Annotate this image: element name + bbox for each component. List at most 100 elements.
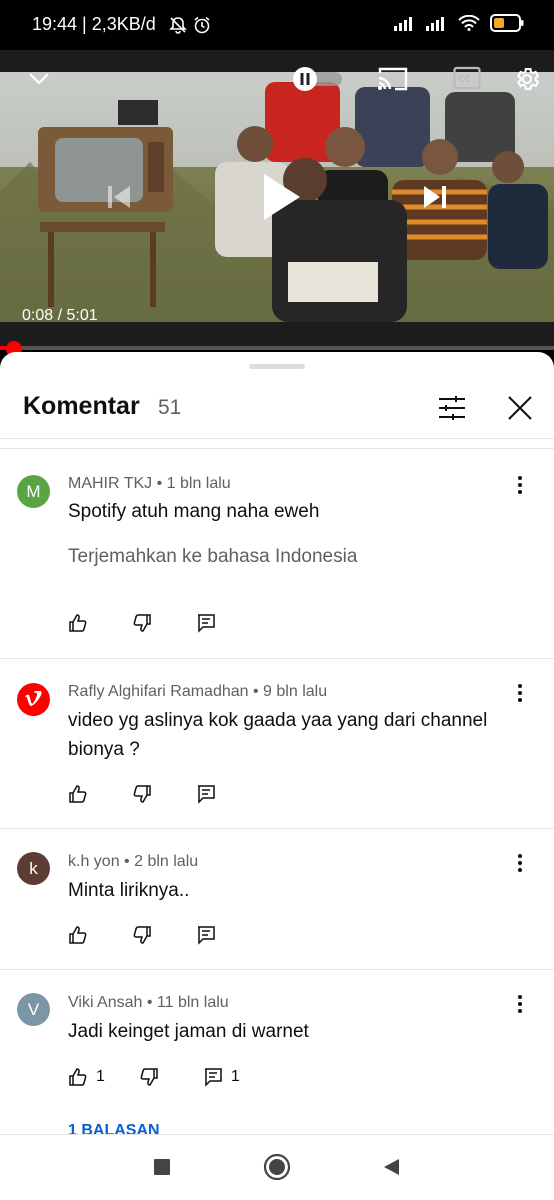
like-button[interactable]: 1 [68,1067,105,1087]
status-icons [394,14,524,32]
thumb-up-icon [69,614,87,632]
comment-menu-button[interactable] [508,992,532,1016]
more-vert-icon [518,684,522,702]
previous-icon [108,186,130,208]
mute-icon [168,17,187,35]
comment-age: 11 bln lalu [156,994,229,1011]
comment-age: 2 bln lalu [134,853,199,870]
signal-icon [426,17,444,31]
autoplay-toggle[interactable] [292,65,344,93]
reply-icon [204,1068,222,1087]
back-triangle-icon [384,1159,399,1175]
settings-icon [516,68,540,90]
comments-title: Komentar [23,392,140,420]
thumb-up-icon [69,1068,87,1086]
home-button[interactable] [262,1152,292,1182]
view-replies-link[interactable]: 1 BALASAN [68,1122,160,1134]
like-button[interactable] [68,784,88,804]
avatar[interactable]: V [17,993,50,1026]
previous-button[interactable] [102,180,136,214]
dislike-button[interactable] [139,1067,159,1087]
comment-author[interactable]: MAHIR TKJ [68,475,152,492]
clock: 19:44 [32,14,78,34]
dislike-button[interactable] [132,925,152,945]
avatar[interactable]: k [17,852,50,885]
wifi-icon [458,15,480,31]
avatar[interactable] [17,683,50,716]
reply-button[interactable] [196,925,216,945]
comment-text: Minta liriknya.. [68,880,190,901]
status-bar: 19:44 | 2,3KB/d [0,0,554,50]
thumb-down-icon [133,785,151,803]
sort-button[interactable] [432,388,472,428]
comment-age: 9 bln lalu [263,683,328,700]
reply-button[interactable] [196,613,216,633]
comments-panel: Komentar 51 M MAHIR TKJ • 1 bln lalu Spo… [0,352,554,1134]
more-vert-icon [518,854,522,872]
settings-button[interactable] [512,64,542,94]
comment-item: M MAHIR TKJ • 1 bln lalu Spotify atuh ma… [0,449,554,658]
reply-button[interactable] [196,784,216,804]
chevron-down-icon [29,73,49,85]
captions-icon: CC [453,66,481,90]
comment-item: V Viki Ansah • 11 bln lalu Jadi keinget … [0,970,554,1134]
comment-actions [68,611,260,635]
video-player[interactable]: CC 0:08 / 5:01 [0,50,554,350]
minimize-button[interactable] [26,66,52,92]
time-readout: 0:08 / 5:01 [22,307,98,325]
avatar[interactable]: M [17,475,50,508]
reply-icon [198,785,215,804]
battery-icon [490,14,524,32]
comment-age: 1 bln lalu [166,475,231,492]
net-speed: 2,3KB/d [91,14,156,34]
cast-button[interactable] [376,64,410,94]
more-vert-icon [518,995,522,1013]
autoplay-toggle-icon [293,67,342,91]
divider [0,1134,554,1135]
time-total: 5:01 [66,307,98,324]
close-button[interactable] [500,388,540,428]
back-button[interactable] [376,1152,406,1182]
drag-handle[interactable] [249,364,305,369]
comment-menu-button[interactable] [508,473,532,497]
thumb-up-icon [69,926,87,944]
recents-button[interactable] [147,1152,177,1182]
cast-icon [378,67,408,91]
dislike-button[interactable] [132,613,152,633]
comment-text: Spotify atuh mang naha eweh [68,501,320,522]
comment-menu-button[interactable] [508,681,532,705]
comment-author[interactable]: Viki Ansah [68,994,142,1011]
comment-meta: MAHIR TKJ • 1 bln lalu [68,475,231,492]
divider [0,438,554,439]
comment-meta: k.h yon • 2 bln lalu [68,853,199,870]
comment-item: k k.h yon • 2 bln lalu Minta liriknya.. [0,829,554,968]
progress-bar[interactable] [0,346,554,350]
svg-text:CC: CC [458,75,472,85]
signal-icon [394,17,412,31]
comment-item: Rafly Alghifari Ramadhan • 9 bln lalu vi… [0,659,554,827]
comment-author[interactable]: k.h yon [68,853,120,870]
comment-actions [68,782,260,806]
comment-meta: Rafly Alghifari Ramadhan • 9 bln lalu [68,683,328,700]
thumb-up-icon [69,785,87,803]
reply-button[interactable]: 1 [203,1067,240,1087]
translate-link[interactable]: Terjemahkan ke bahasa Indonesia [68,546,357,568]
comment-author[interactable]: Rafly Alghifari Ramadhan [68,683,249,700]
home-circle-icon [263,1153,291,1181]
comment-menu-button[interactable] [508,851,532,875]
dislike-button[interactable] [132,784,152,804]
reply-count: 1 [230,1068,240,1085]
thumb-down-icon [140,1068,158,1086]
like-button[interactable] [68,925,88,945]
play-icon [264,174,300,220]
next-button[interactable] [418,180,452,214]
time-sep: / [53,307,67,324]
captions-button[interactable]: CC [452,64,482,92]
comment-meta: Viki Ansah • 11 bln lalu [68,994,229,1011]
like-button[interactable] [68,613,88,633]
vimeo-logo-icon [24,690,41,706]
alarm-icon [194,17,210,34]
close-icon [508,396,532,420]
comments-count: 51 [158,396,182,419]
play-button[interactable] [255,168,307,226]
